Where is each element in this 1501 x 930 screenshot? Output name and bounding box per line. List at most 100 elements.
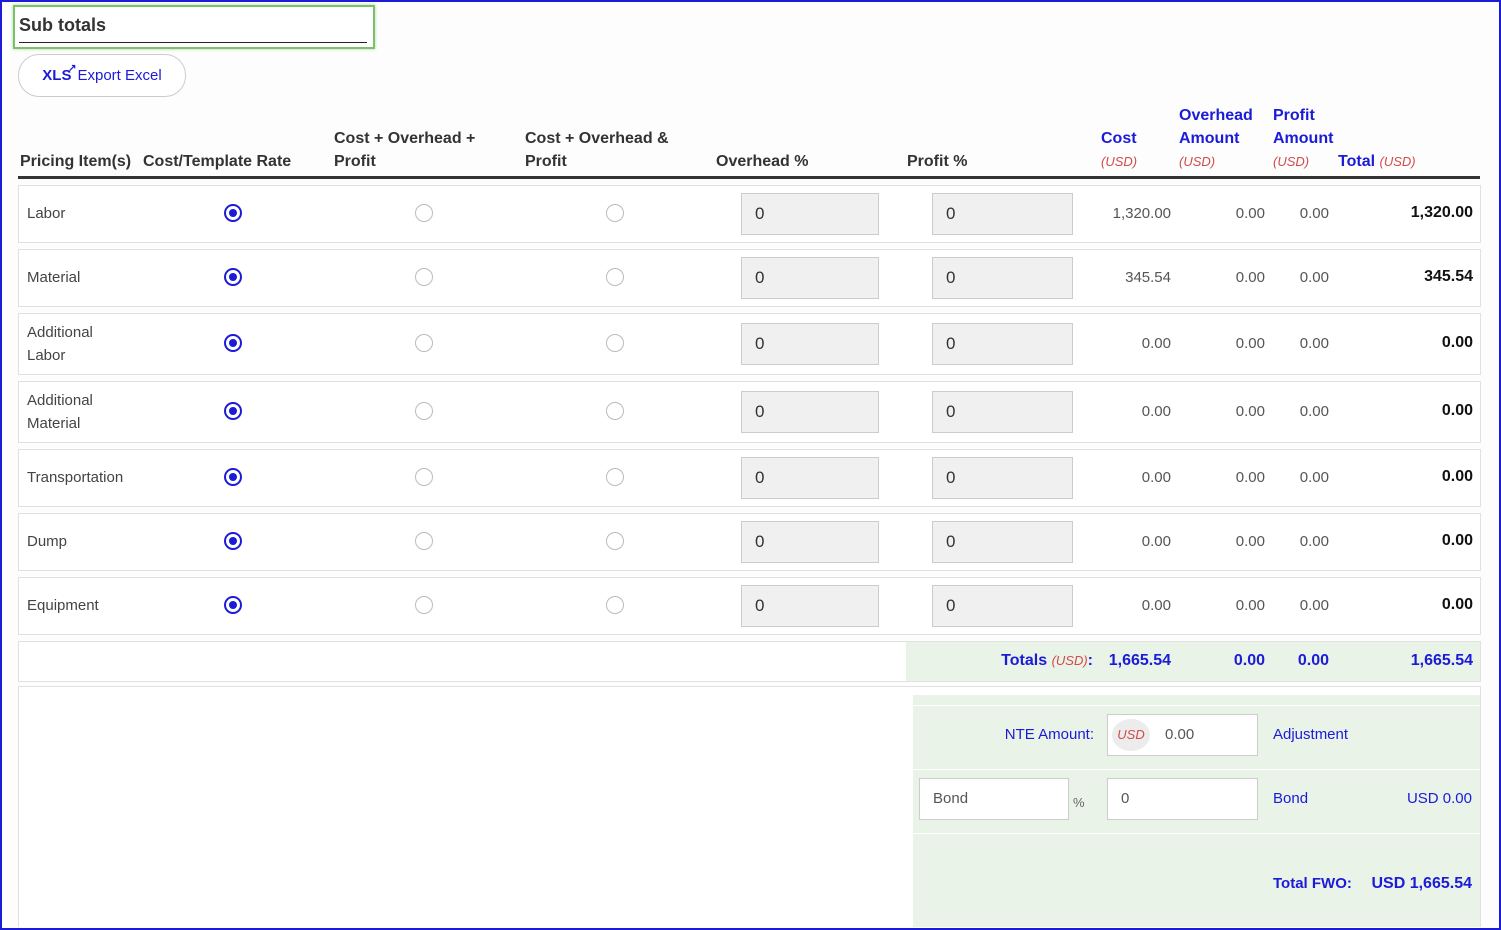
total-fwo-amount: USD 1,665.54 [1371,875,1472,892]
row-label: Labor [27,205,66,222]
overhead-pct-input[interactable]: 0 [741,193,879,235]
cost-overhead-and-profit-radio[interactable] [606,468,624,486]
cost-overhead-and-profit-radio[interactable] [606,204,624,222]
table-row: Dump 0 0 0.00 0.00 0.00 0.00 [18,513,1481,571]
overhead-pct-input[interactable]: 0 [741,585,879,627]
totals-profit-amount: 0.00 [1297,652,1329,669]
row-label: Additional Labor [27,324,93,364]
totals-row: Totals (USD): 1,665.54 0.00 0.00 1,665.5… [18,641,1481,682]
overhead-amount-value: 0.00 [1235,205,1265,222]
profit-pct-input[interactable]: 0 [932,391,1073,433]
header-cost-overhead-and-profit: Cost + Overhead & Profit [525,130,669,170]
table-row: Additional Material 0 0 0.00 0.00 0.00 0.… [18,381,1481,443]
cost-overhead-plus-profit-radio[interactable] [415,334,433,352]
cost-overhead-and-profit-radio[interactable] [606,532,624,550]
profit-pct-input[interactable]: 0 [932,521,1073,563]
total-fwo-label: Total FWO: [1273,875,1352,892]
cost-value: 0.00 [1141,403,1171,420]
overhead-pct-input[interactable]: 0 [741,257,879,299]
cost-overhead-and-profit-radio[interactable] [606,402,624,420]
bond-pct-value: 0 [1121,790,1130,807]
bond-amount: USD 0.00 [1406,790,1472,807]
overhead-amount-value: 0.00 [1235,403,1265,420]
cost-overhead-and-profit-radio[interactable] [606,334,624,352]
totals-total: 1,665.54 [1410,652,1473,669]
overhead-pct-input[interactable]: 0 [741,457,879,499]
total-value: 0.00 [1441,334,1473,351]
header-cost: Cost (USD) [1101,130,1138,169]
totals-background [906,642,1480,681]
overhead-amount-value: 0.00 [1235,269,1265,286]
cost-template-rate-radio[interactable] [224,402,242,420]
cost-overhead-plus-profit-radio[interactable] [415,532,433,550]
overhead-amount-value: 0.00 [1235,469,1265,486]
cost-value: 0.00 [1141,597,1171,614]
cost-value: 0.00 [1141,469,1171,486]
profit-amount-value: 0.00 [1299,205,1329,222]
total-value: 0.00 [1441,468,1473,485]
page-title: Sub totals [19,15,107,35]
table-row: Material 0 0 345.54 0.00 0.00 345.54 [18,249,1481,307]
cost-template-rate-radio[interactable] [224,268,242,286]
header-profit-pct: Profit % [907,153,968,170]
nte-amount-input[interactable]: USD 0.00 [1107,714,1258,756]
cost-overhead-plus-profit-radio[interactable] [415,468,433,486]
summary-section: NTE Amount: USD 0.00 Adjustment Bond % 0… [18,686,1481,927]
row-label: Equipment [27,597,99,614]
table-row: Transportation 0 0 0.00 0.00 0.00 0.00 [18,449,1481,507]
cost-overhead-and-profit-radio[interactable] [606,268,624,286]
header-overhead-amount: Overhead Amount (USD) [1179,107,1253,169]
cost-template-rate-radio[interactable] [224,334,242,352]
bond-label: Bond [1273,790,1309,807]
header-cost-template-rate: Cost/Template Rate [143,153,292,170]
overhead-amount-value: 0.00 [1235,533,1265,550]
bond-name-input[interactable]: Bond [919,778,1069,820]
row-label: Dump [27,533,68,550]
row-label: Material [27,269,81,286]
cost-overhead-plus-profit-radio[interactable] [415,204,433,222]
nte-amount-value: 0.00 [1165,726,1195,743]
bond-placeholder: Bond [933,790,969,807]
adjustment-link[interactable]: Adjustment [1273,726,1348,743]
total-value: 345.54 [1424,268,1473,285]
header-cost-overhead-plus-profit: Cost + Overhead + Profit [334,130,476,170]
table-row: Equipment 0 0 0.00 0.00 0.00 0.00 [18,577,1481,635]
currency-badge: USD [1112,719,1150,751]
overhead-amount-value: 0.00 [1235,335,1265,352]
profit-pct-input[interactable]: 0 [932,457,1073,499]
row-label: Additional Material [27,392,93,432]
profit-amount-value: 0.00 [1299,597,1329,614]
profit-pct-input[interactable]: 0 [932,193,1073,235]
cost-overhead-plus-profit-radio[interactable] [415,402,433,420]
overhead-pct-input[interactable]: 0 [741,323,879,365]
total-value: 0.00 [1441,402,1473,419]
overhead-pct-input[interactable]: 0 [741,521,879,563]
export-excel-button[interactable]: XLS ↗ Export Excel [18,54,186,97]
header-profit-amount: Profit Amount (USD) [1273,107,1334,169]
total-value: 1,320.00 [1410,204,1473,221]
cost-template-rate-radio[interactable] [224,204,242,222]
cost-overhead-plus-profit-radio[interactable] [415,268,433,286]
total-value: 0.00 [1441,596,1473,613]
cost-template-rate-radio[interactable] [224,468,242,486]
export-excel-label: Export Excel [77,67,162,84]
profit-pct-input[interactable]: 0 [932,585,1073,627]
profit-pct-input[interactable]: 0 [932,323,1073,365]
bond-pct-input[interactable]: 0 [1107,778,1258,820]
profit-amount-value: 0.00 [1299,403,1329,420]
cost-overhead-plus-profit-radio[interactable] [415,596,433,614]
cost-template-rate-radio[interactable] [224,532,242,550]
profit-pct-input[interactable]: 0 [932,257,1073,299]
profit-amount-value: 0.00 [1299,469,1329,486]
cost-overhead-and-profit-radio[interactable] [606,596,624,614]
overhead-amount-value: 0.00 [1235,597,1265,614]
cost-value: 345.54 [1125,269,1171,286]
total-value: 0.00 [1441,532,1473,549]
overhead-pct-input[interactable]: 0 [741,391,879,433]
profit-amount-value: 0.00 [1299,269,1329,286]
row-label: Transportation [27,469,124,486]
totals-cost: 1,665.54 [1108,652,1171,669]
cost-template-rate-radio[interactable] [224,596,242,614]
cost-value: 0.00 [1141,533,1171,550]
profit-amount-value: 0.00 [1299,335,1329,352]
